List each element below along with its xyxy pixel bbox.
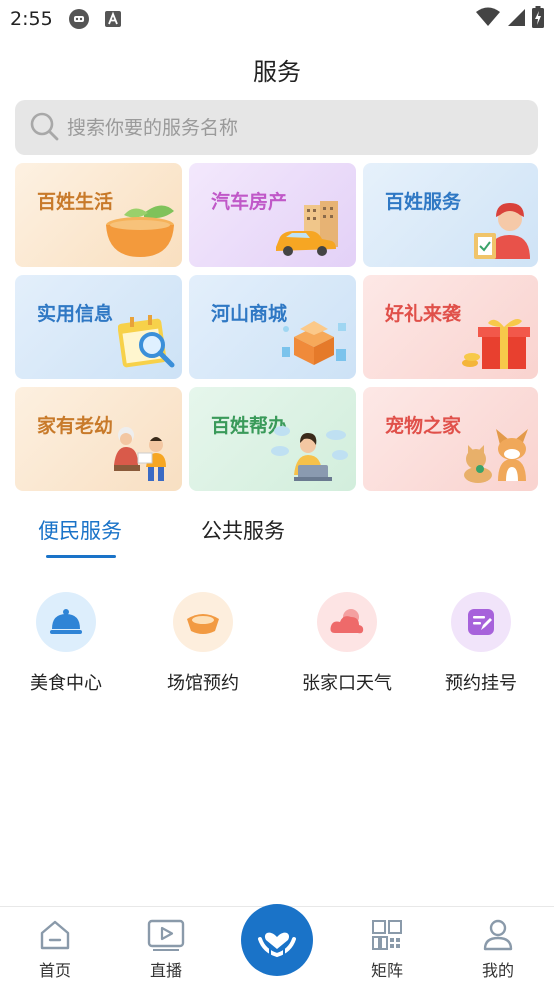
- tab-bianmin-fuwu[interactable]: 便民服务: [38, 515, 122, 545]
- nav-label: 直播: [149, 961, 182, 980]
- nav-center-button[interactable]: [241, 904, 313, 976]
- nav-matrix[interactable]: 矩阵: [347, 907, 427, 981]
- live-play-icon: [126, 907, 206, 951]
- bottom-nav: 首页 直播 矩阵 我的: [0, 904, 554, 984]
- helper-laptop-icon: [270, 423, 350, 487]
- gift-box-icon: [460, 315, 532, 375]
- search-icon: [29, 111, 59, 145]
- service-zhangjiakou-tianqi[interactable]: 张家口天气: [277, 592, 417, 695]
- service-label: 张家口天气: [302, 673, 392, 694]
- search-input[interactable]: [67, 116, 507, 139]
- battery-icon: [532, 6, 544, 32]
- tile-heshan-shangcheng[interactable]: 河山商城: [189, 275, 356, 379]
- search-bar[interactable]: [15, 100, 538, 155]
- tile-haoli-laixi[interactable]: 好礼来袭: [363, 275, 538, 379]
- page-title: 服务: [253, 58, 301, 86]
- tile-chongwu-zhijia[interactable]: 宠物之家: [363, 387, 538, 491]
- status-time: 2:55: [10, 8, 53, 30]
- service-person-icon: [472, 197, 532, 263]
- tile-jiayou-laoyou[interactable]: 家有老幼: [15, 387, 182, 491]
- tile-label: 宠物之家: [385, 415, 462, 437]
- food-bowl-icon: [104, 199, 176, 263]
- wifi-icon: [476, 7, 500, 31]
- register-icon: [451, 592, 511, 652]
- matrix-grid-icon: [347, 907, 427, 951]
- status-right: [476, 6, 544, 32]
- service-changguan-yuyue[interactable]: 场馆预约: [133, 592, 273, 695]
- tile-label: 家有老幼: [37, 415, 114, 437]
- tile-baixing-bangban[interactable]: 百姓帮办: [189, 387, 356, 491]
- profile-icon: [458, 907, 538, 951]
- home-icon: [15, 907, 95, 951]
- service-label: 场馆预约: [167, 673, 239, 694]
- tile-label: 百姓生活: [37, 191, 114, 213]
- nav-live[interactable]: 直播: [126, 907, 206, 981]
- service-yuyue-guahao[interactable]: 预约挂号: [411, 592, 551, 695]
- tile-qiche-fangchan[interactable]: 汽车房产: [189, 163, 356, 267]
- tile-label: 百姓服务: [385, 191, 462, 213]
- shop-isometric-icon: [278, 313, 350, 375]
- tab-active-indicator: [46, 555, 116, 558]
- service-label: 美食中心: [30, 673, 102, 694]
- nav-label: 首页: [38, 961, 71, 980]
- tile-baixing-shenghuo[interactable]: 百姓生活: [15, 163, 182, 267]
- tile-baixing-fuwu[interactable]: 百姓服务: [363, 163, 538, 267]
- tile-label: 实用信息: [37, 303, 114, 325]
- calendar-search-icon: [117, 313, 176, 375]
- game-controller-icon: [67, 7, 91, 31]
- nav-label: 我的: [481, 961, 514, 980]
- venue-icon: [173, 592, 233, 652]
- notification-a-icon: [101, 7, 125, 31]
- tile-label: 好礼来袭: [385, 303, 462, 325]
- nav-label: 矩阵: [370, 961, 403, 980]
- signal-icon: [506, 7, 526, 31]
- weather-icon: [317, 592, 377, 652]
- elder-child-icon: [110, 423, 176, 487]
- service-tiles-grid: 百姓生活 汽车房产 百姓服务 实用信息 河山商城 好礼来袭 家有老幼 百姓帮办 …: [15, 163, 539, 491]
- service-label: 预约挂号: [445, 673, 517, 694]
- tile-label: 河山商城: [211, 303, 288, 325]
- dish-cover-icon: [36, 592, 96, 652]
- service-tabs: 便民服务 公共服务: [0, 515, 554, 565]
- pets-icon: [460, 427, 532, 487]
- status-bar: 2:55: [0, 0, 554, 38]
- nav-home[interactable]: 首页: [15, 907, 95, 981]
- nav-profile[interactable]: 我的: [458, 907, 538, 981]
- tab-gonggong-fuwu[interactable]: 公共服务: [201, 515, 285, 545]
- service-meishi-zhongxin[interactable]: 美食中心: [0, 592, 136, 695]
- heart-hands-icon: [256, 917, 298, 963]
- car-building-icon: [274, 201, 350, 263]
- tile-shiyong-xinxi[interactable]: 实用信息: [15, 275, 182, 379]
